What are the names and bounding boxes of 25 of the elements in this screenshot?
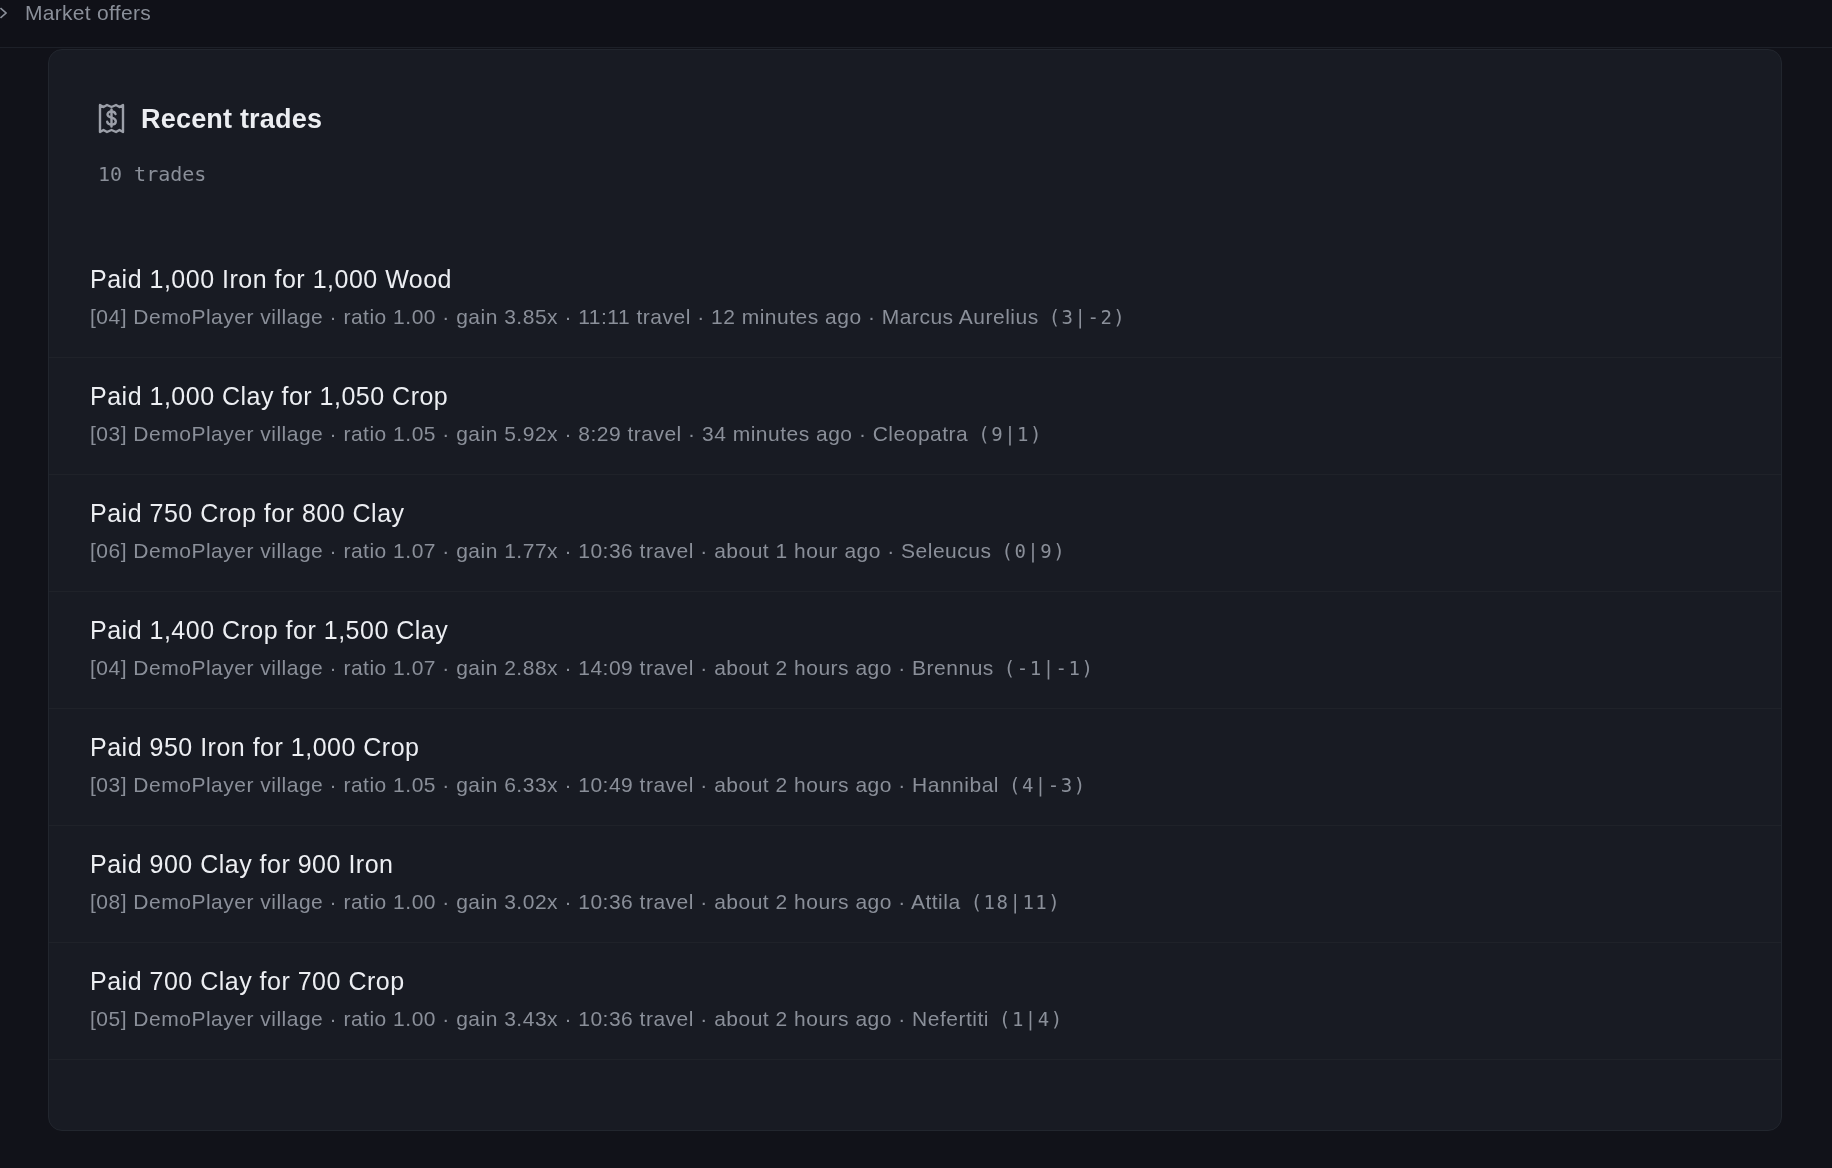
receipt-dollar-icon xyxy=(98,103,125,134)
trade-title: Paid 700 Clay for 700 Crop xyxy=(90,966,405,996)
trade-coordinates: (-1|-1) xyxy=(1003,656,1095,681)
trade-coordinates: (18|11) xyxy=(970,890,1062,915)
trade-details: [04] DemoPlayer village · ratio 1.07 · gain 2.88x · 14:09 travel · about 2 hours ago · Brennus xyxy=(90,655,994,681)
trade-count: 10 trades xyxy=(98,161,207,187)
section-toggle[interactable]: Market offers xyxy=(0,0,152,26)
trade-details: [06] DemoPlayer village · ratio 1.07 · gain 1.77x · 10:36 travel · about 1 hour ago · Seleucus xyxy=(90,538,992,564)
trade-title: Paid 950 Iron for 1,000 Crop xyxy=(90,732,420,762)
trade-details: [03] DemoPlayer village · ratio 1.05 · gain 6.33x · 10:49 travel · about 2 hours ago · Hannibal xyxy=(90,772,999,798)
trade-details: [03] DemoPlayer village · ratio 1.05 · gain 5.92x · 8:29 travel · 34 minutes ago · Cleopatra xyxy=(90,421,969,447)
trade-title: Paid 750 Crop for 800 Clay xyxy=(90,498,405,528)
trade-details: [08] DemoPlayer village · ratio 1.00 · gain 3.02x · 10:36 travel · about 2 hours ago · Attila xyxy=(90,889,961,915)
trade-details: [04] DemoPlayer village · ratio 1.00 · gain 3.85x · 11:11 travel · 12 minutes ago · Marcus Aurelius xyxy=(90,304,1039,330)
trade-details: [05] DemoPlayer village · ratio 1.00 · gain 3.43x · 10:36 travel · about 2 hours ago · Nefertiti xyxy=(90,1006,989,1032)
trade-coordinates: (4|-3) xyxy=(1009,773,1087,798)
trade-title: Paid 1,400 Crop for 1,500 Clay xyxy=(90,615,449,645)
trade-title: Paid 900 Clay for 900 Iron xyxy=(90,849,394,879)
trade-coordinates: (9|1) xyxy=(978,422,1043,447)
trade-coordinates: (3|-2) xyxy=(1048,305,1127,330)
trade-coordinates: (1|4) xyxy=(998,1007,1064,1032)
trade-title: Paid 1,000 Clay for 1,050 Crop xyxy=(90,381,449,411)
trade-title: Paid 1,000 Iron for 1,000 Wood xyxy=(90,264,452,294)
panel-title: Recent trades xyxy=(141,103,323,134)
trade-coordinates: (0|9) xyxy=(1001,539,1067,564)
